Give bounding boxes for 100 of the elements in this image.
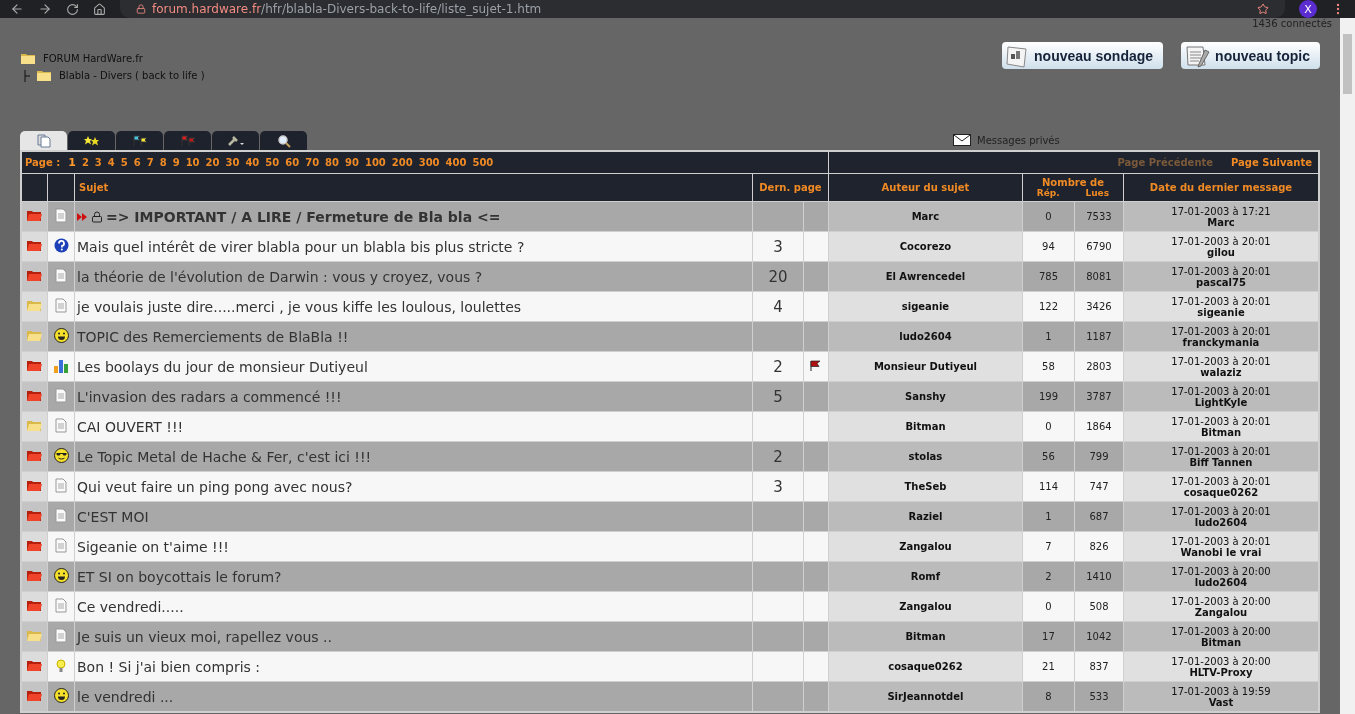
page-link[interactable]: 300: [418, 157, 440, 168]
topic-title-link[interactable]: Bon ! Si j'ai bien compris :: [77, 658, 261, 675]
page-link[interactable]: 4: [107, 157, 115, 168]
last-message-date[interactable]: 17-01-2003 à 20:01: [1123, 295, 1318, 307]
reply-count: 199: [1038, 391, 1058, 402]
reply-count: 1: [1045, 511, 1052, 522]
page-link[interactable]: 60: [285, 157, 300, 168]
last-message-date[interactable]: 17-01-2003 à 20:01: [1123, 475, 1318, 487]
last-message-date[interactable]: 17-01-2003 à 20:01: [1123, 415, 1318, 427]
author-name[interactable]: Zangalou: [899, 541, 952, 552]
page-link[interactable]: 9: [172, 157, 180, 168]
page-link[interactable]: 50: [265, 157, 280, 168]
address-bar[interactable]: forum.hardware.fr/hfr/blabla-Divers-back-to-life/liste_sujet-1.htm: [120, 0, 1285, 18]
column-header: Nombre de: [1041, 176, 1104, 188]
page-link[interactable]: 5: [120, 157, 128, 168]
author-name[interactable]: TheSeb: [904, 481, 947, 492]
page-link[interactable]: 70: [305, 157, 320, 168]
page-link[interactable]: 30: [225, 157, 240, 168]
last-message-date[interactable]: 17-01-2003 à 20:00: [1123, 595, 1318, 607]
author-name[interactable]: Marc: [911, 211, 940, 222]
topic-title-link[interactable]: ET SI on boycottais le forum?: [77, 568, 282, 585]
last-poster-name: walaziz: [1199, 366, 1243, 378]
author-name[interactable]: cosaque0262: [888, 661, 963, 672]
read-count: 1864: [1086, 421, 1112, 432]
topic-title-link[interactable]: le vendredi ...: [77, 688, 174, 705]
page-link[interactable]: 1: [68, 156, 76, 169]
page-link[interactable]: 90: [345, 157, 359, 168]
back-icon[interactable]: [10, 2, 24, 16]
page-link[interactable]: 7: [146, 157, 154, 168]
author-name[interactable]: El Awrencedel: [885, 271, 966, 282]
last-message-date[interactable]: 17-01-2003 à 20:00: [1123, 655, 1318, 667]
tab[interactable]: [260, 131, 307, 150]
last-message-date[interactable]: 17-01-2003 à 20:00: [1123, 625, 1318, 637]
author-name[interactable]: Cocorezo: [899, 241, 952, 252]
topic-title-link[interactable]: C'EST MOI: [77, 508, 149, 525]
author-name[interactable]: Sanshy: [905, 391, 946, 402]
author-name[interactable]: Bitman: [905, 421, 946, 432]
last-message-date[interactable]: 17-01-2003 à 20:01: [1123, 325, 1318, 337]
page-link[interactable]: 3: [94, 157, 102, 168]
author-name[interactable]: Romf: [910, 571, 941, 582]
last-message-date[interactable]: 17-01-2003 à 19:59: [1123, 685, 1318, 697]
last-page-link[interactable]: 5: [773, 387, 783, 406]
page-link[interactable]: 500: [472, 157, 494, 168]
last-message-date[interactable]: 17-01-2003 à 20:01: [1123, 445, 1318, 457]
last-message-date[interactable]: 17-01-2003 à 20:00: [1123, 565, 1318, 577]
tab[interactable]: [212, 131, 259, 150]
author-name[interactable]: Bitman: [905, 631, 946, 642]
last-page-link[interactable]: 2: [773, 357, 783, 376]
url-text: forum.hardware.fr/hfr/blabla-Divers-back-to-life/liste_sujet-1.htm: [152, 2, 542, 16]
page-link[interactable]: 200: [391, 157, 413, 168]
last-page-link[interactable]: 3: [773, 477, 783, 496]
last-message-date[interactable]: 17-01-2003 à 20:01: [1123, 355, 1318, 367]
tools-icon: [226, 134, 245, 147]
new-topic-button[interactable]: nouveau sondage: [1002, 42, 1164, 69]
author-name[interactable]: Zangalou: [899, 601, 952, 612]
topic-title-link[interactable]: CAI OUVERT !!!: [77, 418, 184, 435]
author-name[interactable]: stolas: [908, 451, 943, 462]
tab[interactable]: [68, 131, 115, 150]
page-link[interactable]: 8: [159, 157, 167, 168]
tree-branch-icon: [24, 69, 30, 82]
page-link[interactable]: 400: [445, 157, 467, 168]
flag-icon[interactable]: [810, 360, 822, 371]
page-link[interactable]: 2: [81, 157, 89, 168]
stars-icon: [82, 134, 101, 147]
last-page-link[interactable]: 3: [773, 237, 783, 256]
last-page-link[interactable]: 2: [773, 447, 783, 466]
next-page-link[interactable]: Page Suivante: [1231, 157, 1312, 168]
author-name[interactable]: Raziel: [908, 511, 943, 522]
last-message-date[interactable]: 17-01-2003 à 17:21: [1123, 205, 1318, 217]
envelope-icon: [953, 134, 971, 146]
topic-title-link[interactable]: Sigeanie on t'aime !!!: [77, 538, 229, 555]
reload-icon[interactable]: [66, 2, 79, 16]
page-link[interactable]: 6: [133, 157, 141, 168]
page-link[interactable]: 100: [364, 157, 386, 168]
reply-count: 1: [1045, 331, 1052, 342]
scrollbar-thumb[interactable]: [1343, 34, 1352, 94]
page-link[interactable]: 20: [205, 157, 220, 168]
last-poster-name: franckymania: [1181, 336, 1261, 348]
last-poster-name: gilou: [1205, 246, 1236, 258]
topic-title-link[interactable]: Ce vendredi.....: [77, 598, 184, 615]
last-page-link[interactable]: 4: [773, 297, 783, 316]
new-topic-button[interactable]: nouveau topic: [1181, 42, 1320, 69]
page-link[interactable]: 40: [245, 157, 260, 168]
forward-icon[interactable]: [38, 2, 52, 16]
page-link[interactable]: 80: [325, 157, 339, 168]
author-name[interactable]: SirJeannotdel: [887, 691, 964, 702]
author-name[interactable]: sigeanie: [901, 301, 950, 312]
documents-icon: [36, 133, 51, 148]
last-message-date[interactable]: 17-01-2003 à 20:01: [1123, 235, 1318, 247]
last-message-date[interactable]: 17-01-2003 à 20:01: [1123, 505, 1318, 517]
last-message-date[interactable]: 17-01-2003 à 20:01: [1123, 535, 1318, 547]
last-poster-name: Vast: [1207, 696, 1235, 708]
page-link[interactable]: 10: [185, 157, 200, 168]
bookmark-star-icon[interactable]: [1257, 3, 1269, 15]
read-count: 1410: [1086, 571, 1112, 582]
last-message-date[interactable]: 17-01-2003 à 20:01: [1123, 265, 1318, 277]
profile-avatar[interactable]: X: [1299, 0, 1317, 18]
author-name[interactable]: ludo2604: [899, 331, 952, 342]
last-message-date[interactable]: 17-01-2003 à 20:01: [1123, 385, 1318, 397]
home-icon[interactable]: [93, 2, 106, 16]
